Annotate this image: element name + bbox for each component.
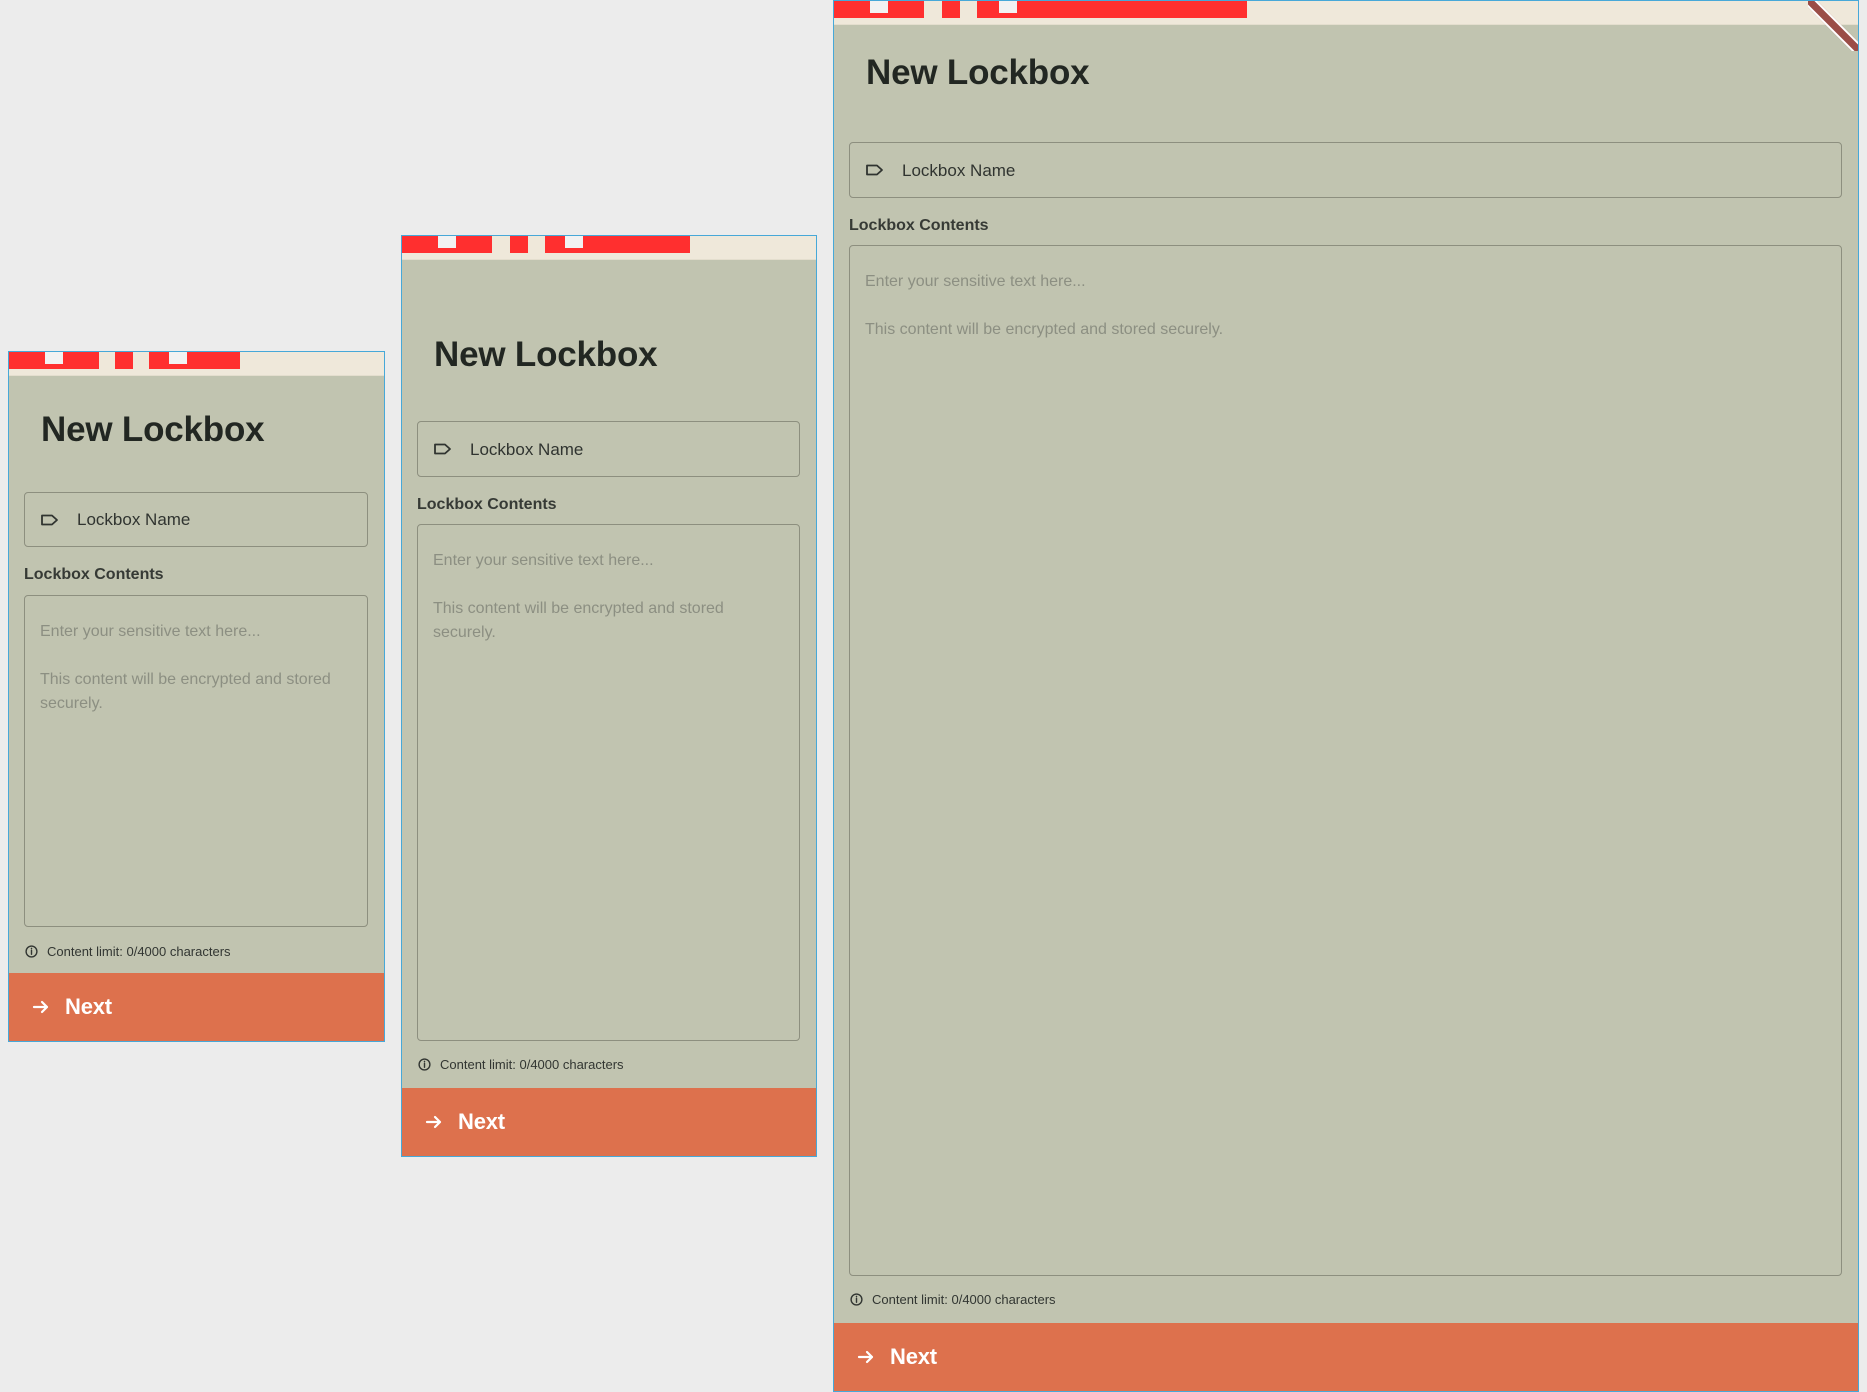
debug-ribbon-icon [1808,1,1858,51]
lockbox-frame-large: New Lockbox Lockbox Name Lockbox Content… [833,0,1859,1392]
lockbox-contents-label: Lockbox Contents [849,217,989,234]
next-button[interactable]: Next [834,1323,1858,1391]
marker-block [942,1,960,18]
top-marker-row [9,352,240,369]
lockbox-frame-medium: New Lockbox Lockbox Name Lockbox Content… [401,235,817,1157]
next-button[interactable]: Next [402,1088,816,1156]
lockbox-name-field[interactable]: Lockbox Name [24,492,368,547]
page-title: New Lockbox [434,335,658,374]
lockbox-name-label: Lockbox Name [470,439,584,459]
marker-block [977,1,1247,18]
content-limit-text: Content limit: 0/4000 characters [872,1292,1056,1307]
next-button[interactable]: Next [9,973,384,1041]
tag-icon [40,513,60,527]
lockbox-contents-input[interactable] [25,596,367,926]
lockbox-frame-small: New Lockbox Lockbox Name Lockbox Content… [8,351,385,1042]
lockbox-name-field[interactable]: Lockbox Name [849,142,1842,198]
next-button-label: Next [458,1109,505,1134]
marker-block [834,1,924,18]
content-limit-helper: Content limit: 0/4000 characters [25,944,231,959]
lockbox-contents-label: Lockbox Contents [24,566,164,583]
tag-icon [433,442,453,456]
page-title: New Lockbox [866,53,1090,92]
arrow-right-icon [31,997,51,1017]
lockbox-contents-label: Lockbox Contents [417,496,557,513]
top-marker-row [402,236,690,253]
arrow-right-icon [424,1112,444,1132]
info-icon [25,945,38,958]
page-title: New Lockbox [41,410,265,449]
top-marker-row [834,1,1247,18]
next-button-label: Next [65,994,112,1019]
top-status-strip [834,1,1858,25]
marker-block [402,236,492,253]
lockbox-name-label: Lockbox Name [77,510,191,529]
lockbox-name-label: Lockbox Name [902,160,1016,180]
info-icon [418,1058,431,1071]
content-limit-helper: Content limit: 0/4000 characters [418,1057,624,1072]
top-status-strip [402,236,816,260]
lockbox-contents-box[interactable] [24,595,368,927]
next-button-label: Next [890,1344,937,1369]
tag-icon [865,163,885,177]
marker-block [9,352,99,369]
lockbox-contents-box[interactable] [417,524,800,1041]
marker-block [115,352,133,369]
lockbox-contents-input[interactable] [418,525,799,1040]
content-limit-text: Content limit: 0/4000 characters [440,1057,624,1072]
marker-block [510,236,528,253]
lockbox-contents-input[interactable] [850,246,1841,1275]
lockbox-contents-box[interactable] [849,245,1842,1276]
content-limit-text: Content limit: 0/4000 characters [47,944,231,959]
marker-block [149,352,240,369]
lockbox-name-field[interactable]: Lockbox Name [417,421,800,477]
info-icon [850,1293,863,1306]
content-limit-helper: Content limit: 0/4000 characters [850,1292,1056,1307]
arrow-right-icon [856,1347,876,1367]
top-status-strip [9,352,384,376]
marker-block [545,236,690,253]
